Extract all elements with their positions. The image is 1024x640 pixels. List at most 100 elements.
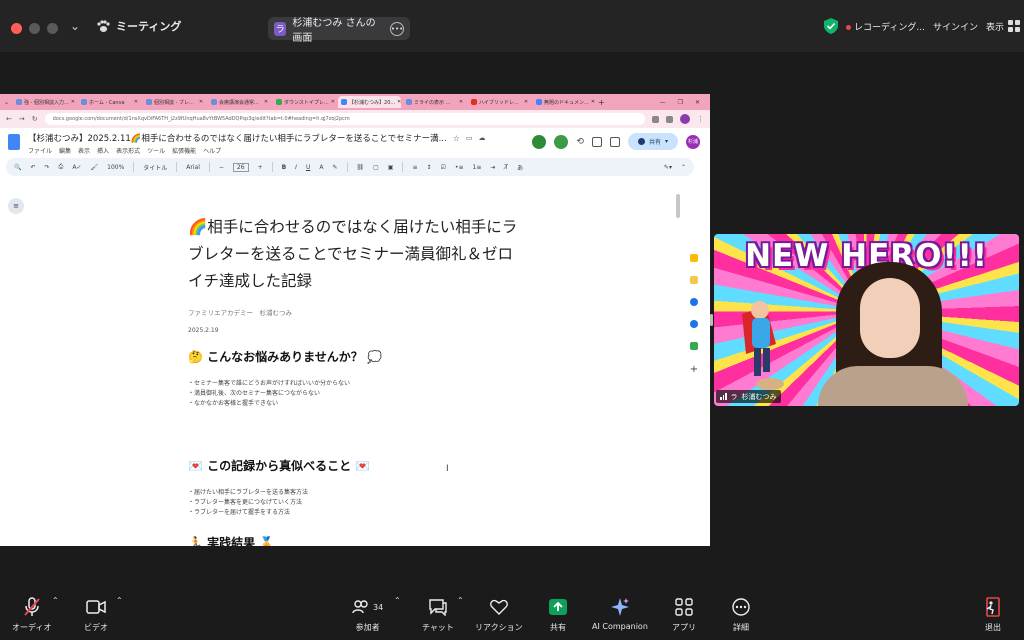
close-window-button[interactable]: [11, 23, 22, 34]
spellcheck-icon[interactable]: A✓: [72, 164, 81, 171]
security-shield-icon[interactable]: [824, 18, 838, 34]
screen-share-indicator[interactable]: ラ 杉浦むつみ さんの画面 •••: [268, 17, 410, 44]
style-select[interactable]: タイトル: [143, 163, 167, 172]
menu-view[interactable]: 表示: [78, 146, 90, 155]
calendar-icon[interactable]: [690, 254, 698, 262]
menu-help[interactable]: ヘルプ: [203, 146, 221, 155]
browser-tab[interactable]: 強 - 個別相談入力... ✕: [13, 96, 76, 108]
extension-icon[interactable]: [652, 115, 659, 123]
tab-close-icon[interactable]: ✕: [397, 99, 401, 105]
history-icon[interactable]: ⟲: [576, 137, 584, 147]
align-icon[interactable]: ≡: [412, 164, 417, 171]
move-icon[interactable]: ▭: [466, 134, 473, 142]
zoom-select[interactable]: 100%: [107, 164, 124, 171]
back-icon[interactable]: ←: [6, 115, 12, 123]
tab-close-icon[interactable]: ✕: [264, 99, 268, 105]
input-tools-icon[interactable]: あ: [517, 163, 523, 172]
forward-icon[interactable]: →: [19, 115, 25, 123]
browser-tab[interactable]: ハイブリッドレ... ✕: [468, 96, 531, 108]
browser-tab[interactable]: 無題のドキュメン... ✕: [533, 96, 596, 108]
tab-close-icon[interactable]: ✕: [71, 99, 75, 105]
download-icon[interactable]: [666, 115, 673, 123]
add-addon-icon[interactable]: +: [690, 364, 698, 375]
close-icon[interactable]: ✕: [695, 99, 700, 106]
google-docs-icon[interactable]: [8, 134, 20, 150]
outline-icon[interactable]: ≡: [8, 198, 24, 214]
highlight-icon[interactable]: ✎: [332, 164, 337, 171]
bold-icon[interactable]: B: [282, 164, 287, 171]
minimize-window-button[interactable]: [29, 23, 40, 34]
tab-close-icon[interactable]: ✕: [591, 99, 595, 105]
maximize-window-button[interactable]: [47, 23, 58, 34]
ai-companion-button[interactable]: AI Companion: [592, 596, 648, 631]
view-button[interactable]: 表示: [986, 20, 1020, 33]
apps-button[interactable]: アプリ: [672, 596, 696, 633]
browser-tab[interactable]: ホーム - Canva ✕: [78, 96, 141, 108]
browser-tab[interactable]: 会席講演会通常... ✕: [208, 96, 271, 108]
reload-icon[interactable]: ↻: [32, 115, 38, 123]
signin-button[interactable]: サインイン: [933, 20, 978, 33]
font-select[interactable]: Arial: [186, 164, 200, 171]
editing-mode-icon[interactable]: ✎▾: [664, 164, 672, 171]
star-icon[interactable]: ☆: [453, 134, 460, 143]
collapse-toolbar-icon[interactable]: ⌃: [681, 164, 686, 171]
font-size-input[interactable]: 26: [232, 162, 249, 172]
keep-icon[interactable]: [690, 276, 698, 284]
redo-icon[interactable]: ↷: [45, 164, 50, 171]
leave-button[interactable]: 退出: [984, 596, 1002, 633]
undo-icon[interactable]: ↶: [30, 164, 35, 171]
tasks-icon[interactable]: [690, 298, 698, 306]
recording-indicator[interactable]: レコーディング...: [846, 20, 925, 33]
bullet-list-icon[interactable]: •≡: [455, 164, 464, 171]
browser-tab[interactable]: ダウンストイプレ... ✕: [273, 96, 336, 108]
menu-edit[interactable]: 編集: [59, 146, 71, 155]
minimize-icon[interactable]: —: [660, 99, 666, 106]
link-icon[interactable]: ⛓: [357, 164, 365, 171]
checklist-icon[interactable]: ☑: [441, 164, 446, 171]
meeting-menu[interactable]: ミーティング: [96, 18, 181, 34]
collaborator-avatar[interactable]: [532, 134, 547, 149]
line-spacing-icon[interactable]: ↕: [427, 164, 432, 171]
document-canvas[interactable]: ≡ 🌈相手に合わせるのではなく届けたい相手にラブレターを送ることでセミナー満員御…: [0, 192, 696, 546]
tab-close-icon[interactable]: ✕: [524, 99, 528, 105]
document-scrollbar[interactable]: [676, 194, 680, 218]
clear-format-icon[interactable]: T̸: [504, 164, 508, 171]
text-color-icon[interactable]: A: [319, 164, 323, 171]
comment-icon[interactable]: [591, 136, 602, 147]
tab-close-icon[interactable]: ✕: [459, 99, 463, 105]
menu-format[interactable]: 表示形式: [116, 146, 140, 155]
browser-tab[interactable]: 個別相談 - ブレ... ✕: [143, 96, 206, 108]
menu-insert[interactable]: 挿入: [97, 146, 109, 155]
cloud-status-icon[interactable]: ☁: [479, 134, 486, 142]
tab-list-icon[interactable]: ⌄: [4, 99, 9, 106]
chat-options-chevron[interactable]: ⌃: [457, 596, 464, 605]
tab-close-icon[interactable]: ✕: [199, 99, 203, 105]
tab-close-icon[interactable]: ✕: [331, 99, 335, 105]
resize-handle[interactable]: [710, 314, 713, 326]
insert-image-icon[interactable]: ▣: [388, 164, 394, 171]
browser-tab[interactable]: ミライの表示 ... ✕: [403, 96, 466, 108]
print-icon[interactable]: ⎙: [59, 163, 64, 171]
italic-icon[interactable]: I: [295, 164, 297, 171]
more-options-icon[interactable]: •••: [390, 21, 404, 36]
audio-button[interactable]: オーディオ: [12, 596, 51, 633]
restore-icon[interactable]: ❐: [678, 99, 683, 106]
tab-close-icon[interactable]: ✕: [134, 99, 138, 105]
account-avatar[interactable]: 杉浦: [686, 134, 700, 149]
decrease-font-icon[interactable]: −: [219, 164, 224, 171]
collaborator-avatar[interactable]: [554, 134, 569, 149]
menu-extensions[interactable]: 拡張機能: [172, 146, 196, 155]
chevron-down-icon[interactable]: ⌄: [70, 19, 80, 33]
chat-button[interactable]: チャット: [422, 596, 454, 633]
document-title[interactable]: 【杉浦むつみ】2025.2.11🌈相手に合わせるのではなく届けたい相手にラブレタ…: [28, 132, 447, 144]
share-button[interactable]: 共有 ▾: [627, 133, 678, 150]
video-options-chevron[interactable]: ⌃: [116, 596, 123, 605]
participant-video[interactable]: NEW HERO!!! ラ 杉浦むつみ: [714, 234, 1019, 406]
menu-file[interactable]: ファイル: [28, 146, 52, 155]
underline-icon[interactable]: U: [306, 164, 310, 171]
audio-options-chevron[interactable]: ⌃: [52, 596, 59, 605]
meet-icon[interactable]: [609, 136, 620, 147]
increase-font-icon[interactable]: +: [258, 164, 263, 171]
new-tab-icon[interactable]: +: [598, 98, 605, 107]
address-bar[interactable]: docs.google.com/document/d/1nsXqvDiFA6TH…: [44, 113, 645, 125]
